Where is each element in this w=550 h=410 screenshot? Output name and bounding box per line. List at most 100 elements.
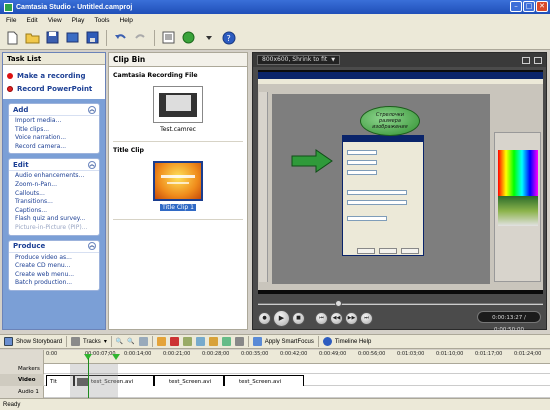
group-header-produce[interactable]: Produce ︽ [9, 241, 99, 253]
jump-end-button[interactable]: ⏭ [360, 311, 373, 325]
record-button[interactable] [180, 29, 197, 46]
zoom-in-button[interactable]: 🔍 [116, 338, 123, 345]
zoom-fit-button[interactable] [138, 337, 148, 346]
menu-edit[interactable]: Edit [26, 17, 37, 24]
recording-clip[interactable]: Test.camrec [109, 86, 247, 133]
import-button[interactable] [64, 29, 81, 46]
play-button[interactable]: ▶ [273, 309, 290, 327]
video-canvas[interactable]: Стрелочки размера изображения [258, 70, 543, 294]
storyboard-label: Show Storyboard [16, 338, 63, 345]
zoom-out-button[interactable]: 🔍 [127, 338, 134, 345]
record-dropdown-button[interactable] [200, 29, 217, 46]
clip-label: Test.camrec [160, 126, 196, 133]
apply-smartfocus-button[interactable]: Apply SmartFocus [252, 337, 314, 346]
ruler-tick: 0:00:21;00 [163, 351, 191, 357]
jump-start-button[interactable]: ⏮ [315, 311, 328, 325]
record-powerpoint-link[interactable]: Record PowerPoint [7, 82, 101, 95]
marker-button[interactable] [221, 337, 231, 346]
task-captions[interactable]: Captions... [15, 207, 95, 216]
cut-button[interactable] [169, 337, 179, 346]
undo-button[interactable] [112, 29, 129, 46]
minimize-button[interactable]: – [510, 1, 522, 12]
smartfocus-label: Apply SmartFocus [264, 338, 314, 345]
fast-forward-button[interactable]: ▶▶ [345, 311, 358, 325]
playhead-end-flag[interactable] [112, 354, 120, 360]
redo-button[interactable] [132, 29, 149, 46]
group-header-edit[interactable]: Edit ︽ [9, 159, 99, 172]
clip-speed-button[interactable] [195, 337, 205, 346]
zoom-dropdown[interactable]: 800x600, Shrink to fit ▼ [257, 55, 341, 65]
task-record-camera[interactable]: Record camera... [15, 143, 95, 152]
menu-file[interactable]: File [6, 17, 16, 24]
scrub-handle[interactable] [335, 300, 342, 307]
record-control-button[interactable]: ● [258, 311, 271, 325]
main-toolbar: ? [0, 26, 550, 50]
menu-bar: File Edit View Play Tools Help [0, 14, 550, 26]
show-storyboard-button[interactable]: Show Storyboard [4, 337, 62, 346]
new-project-button[interactable] [4, 29, 21, 46]
fullscreen-icon[interactable] [534, 56, 542, 64]
chevron-down-icon: ▾ [103, 339, 107, 345]
callout-text: Стрелочки размера изображения [372, 112, 408, 130]
chevron-down-icon [205, 35, 212, 40]
save-button[interactable] [44, 29, 61, 46]
detach-preview-icon[interactable] [522, 56, 530, 64]
title-clip[interactable]: Title Clip 1 [109, 161, 247, 211]
clip-thumbnail [153, 161, 203, 201]
toolbar-separator [66, 336, 68, 347]
group-header-add[interactable]: Add ︽ [9, 104, 99, 116]
new-file-icon [7, 31, 18, 44]
callout-bubble: Стрелочки размера изображения [360, 106, 420, 136]
task-zoom-n-pan[interactable]: Zoom-n-Pan... [15, 181, 95, 190]
timeline-help-button[interactable]: Timeline Help [322, 337, 371, 346]
collapse-icon[interactable]: ︽ [88, 105, 96, 114]
preview-scrubber[interactable] [258, 300, 543, 307]
maximize-button[interactable]: □ [523, 1, 535, 12]
menu-tools[interactable]: Tools [94, 17, 109, 24]
task-callouts[interactable]: Callouts... [15, 190, 95, 199]
task-produce-video[interactable]: Produce video as... [15, 254, 95, 263]
selection-region[interactable] [70, 364, 118, 398]
make-recording-link[interactable]: Make a recording [7, 69, 101, 82]
collapse-icon[interactable]: ︽ [88, 160, 96, 169]
task-import-media[interactable]: Import media... [15, 117, 95, 126]
task-voice-narration[interactable]: Voice narration... [15, 134, 95, 143]
timeline-toolbar: Show Storyboard Tracks ▾ 🔍 🔍 Apply Smart… [0, 334, 550, 349]
playhead[interactable] [88, 358, 89, 398]
produce-button[interactable] [84, 29, 101, 46]
task-picture-in-picture[interactable]: Picture-in-Picture (PIP)... [15, 224, 95, 233]
close-button[interactable]: ✕ [536, 1, 548, 12]
camtasia-window: Camtasia Studio - Untitled.camproj – □ ✕… [0, 0, 550, 410]
clip-label: Title Clip 1 [160, 204, 196, 211]
task-list-button[interactable] [160, 29, 177, 46]
task-audio-enhancements[interactable]: Audio enhancements... [15, 172, 95, 181]
task-transitions[interactable]: Transitions... [15, 198, 95, 207]
split-button[interactable] [156, 337, 166, 346]
audio-fade-button[interactable] [208, 337, 218, 346]
video-track[interactable]: Tit test_Screen.avi test_Screen.avi test… [44, 374, 550, 389]
toolbar-separator [247, 336, 249, 347]
menu-help[interactable]: Help [120, 17, 133, 24]
ruler-tick: 0:00:56;00 [358, 351, 386, 357]
toolbar-separator [154, 29, 155, 46]
markers-track[interactable] [44, 364, 550, 374]
audio-track[interactable] [44, 386, 550, 398]
help-button[interactable]: ? [220, 29, 237, 46]
menu-view[interactable]: View [48, 17, 62, 24]
stop-button[interactable]: ■ [292, 311, 305, 325]
task-batch-production[interactable]: Batch production... [15, 279, 95, 288]
volume-button[interactable] [234, 337, 244, 346]
collapse-icon[interactable]: ︽ [88, 242, 96, 251]
task-title-clips[interactable]: Title clips... [15, 126, 95, 135]
task-create-cd-menu[interactable]: Create CD menu... [15, 262, 95, 271]
task-create-web-menu[interactable]: Create web menu... [15, 271, 95, 280]
open-project-button[interactable] [24, 29, 41, 46]
powerpoint-icon [7, 85, 13, 92]
tracks-dropdown[interactable]: Tracks ▾ [71, 337, 107, 346]
task-flash-quiz[interactable]: Flash quiz and survey... [15, 215, 95, 224]
task-list-panel: Task List Make a recording Record PowerP… [2, 52, 106, 330]
menu-play[interactable]: Play [72, 17, 85, 24]
extend-frame-button[interactable] [182, 337, 192, 346]
record-dot-icon [7, 72, 13, 79]
rewind-button[interactable]: ◀◀ [330, 311, 343, 325]
